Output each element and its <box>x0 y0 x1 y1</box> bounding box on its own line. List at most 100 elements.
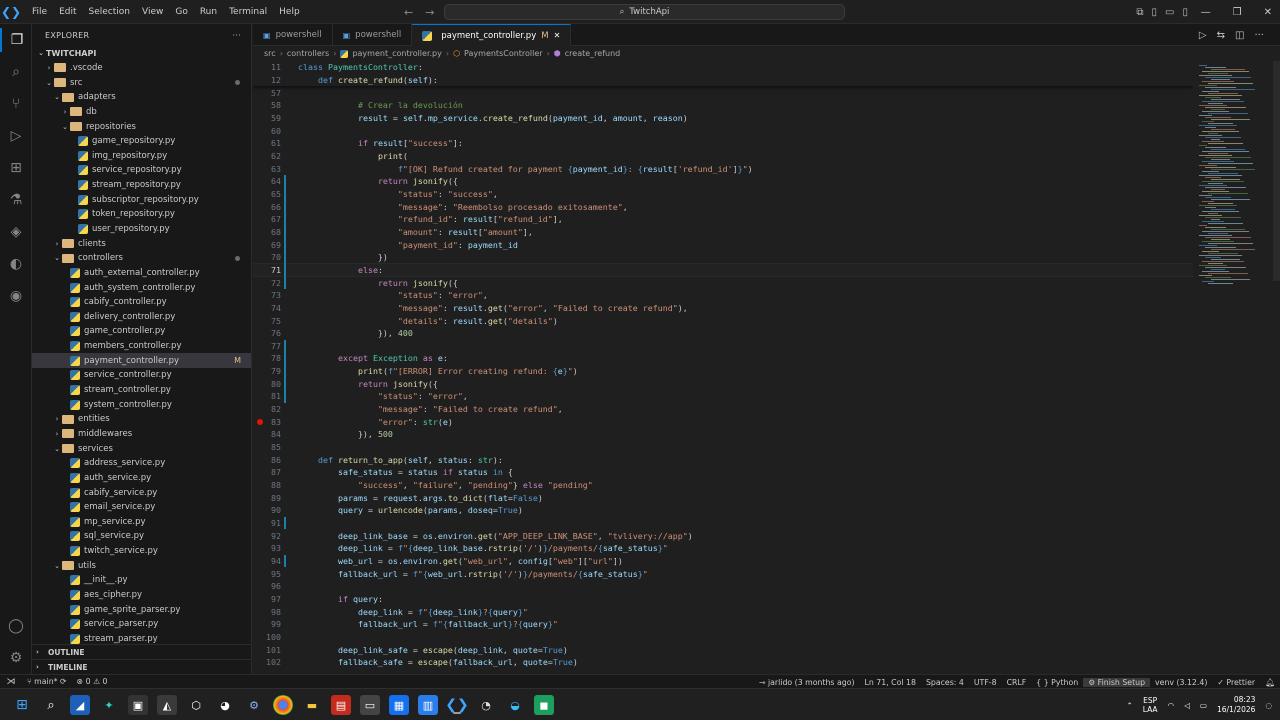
finish-setup[interactable]: ⚙ Finish Setup <box>1083 677 1151 687</box>
tree-file[interactable]: cabify_service.py <box>32 485 251 500</box>
code-line[interactable]: 63 f"[OK] Refund created for payment {pa… <box>253 162 1193 175</box>
menu-edit[interactable]: Edit <box>53 0 82 24</box>
tree-file[interactable]: system_controller.py <box>32 397 251 412</box>
tree-file[interactable]: token_repository.py <box>32 207 251 222</box>
prettier-status[interactable]: ✓ Prettier <box>1212 678 1260 687</box>
tree-file[interactable]: service_parser.py <box>32 617 251 632</box>
minimap[interactable] <box>1193 61 1273 674</box>
breadcrumb-controllers[interactable]: controllers <box>287 49 329 58</box>
code-line[interactable]: 67 "refund_id": result["refund_id"], <box>253 213 1193 226</box>
database-icon[interactable]: ◉ <box>0 284 32 308</box>
android-icon[interactable]: ◼ <box>534 695 554 715</box>
tree-file[interactable]: subscriptor_repository.py <box>32 192 251 207</box>
code-line[interactable]: 88 "success", "failure", "pending"} else… <box>253 479 1193 492</box>
tree-file[interactable]: game_sprite_parser.py <box>32 602 251 617</box>
tree-file[interactable]: cabify_controller.py <box>32 295 251 310</box>
tree-folder[interactable]: › .vscode <box>32 61 251 76</box>
volume-icon[interactable]: ◁ <box>1184 701 1190 710</box>
toggle-primary-sidebar-icon[interactable]: ▯ <box>1152 7 1158 18</box>
code-line[interactable]: 83 "error": str(e) <box>253 415 1193 428</box>
vscode-taskbar-icon[interactable]: ❮❯ <box>445 695 469 715</box>
timeline-section[interactable]: › TIMELINE <box>32 659 251 674</box>
tree-file[interactable]: stream_repository.py <box>32 178 251 193</box>
line-ending[interactable]: CRLF <box>1002 678 1032 687</box>
code-line[interactable]: 94 web_url = os.environ.get("web_url", c… <box>253 555 1193 568</box>
breakpoint-icon[interactable] <box>257 418 263 425</box>
code-editor[interactable]: 57 58 # Crear la devolución 59 result = se… <box>253 61 1193 674</box>
code-line[interactable]: 77 <box>253 340 1193 353</box>
code-line[interactable]: 93 deep_link = f"{deep_link_base.rstrip(… <box>253 542 1193 555</box>
tree-file[interactable]: address_service.py <box>32 456 251 471</box>
more-actions-icon[interactable]: ··· <box>232 31 241 40</box>
calculator-icon[interactable]: ▦ <box>389 695 409 715</box>
tree-file[interactable]: __init__.py <box>32 573 251 588</box>
menu-file[interactable]: File <box>26 0 53 24</box>
wifi-icon[interactable]: ◠ <box>1168 701 1175 710</box>
sticky-scroll-line[interactable]: 12 def create_refund(self): <box>253 73 1193 87</box>
code-line[interactable]: 98 deep_link = f"{deep_link}?{query}" <box>253 605 1193 618</box>
windows-start-icon[interactable]: ⊞ <box>12 695 32 715</box>
testing-icon[interactable]: ⚗ <box>0 188 32 212</box>
tree-folder[interactable]: › db <box>32 105 251 120</box>
tab-payment-controller[interactable]: payment_controller.py M ✕ <box>412 24 572 46</box>
code-line[interactable]: 64 return jsonify({ <box>253 175 1193 188</box>
code-line[interactable]: 90 query = urlencode(params, doseq=True) <box>253 504 1193 517</box>
tree-folder[interactable]: ⌄ repositories <box>32 119 251 134</box>
code-line[interactable]: 87 safe_status = status if status in { <box>253 466 1193 479</box>
app-icon-2[interactable]: ✦ <box>99 695 119 715</box>
tree-folder[interactable]: › clients <box>32 236 251 251</box>
tree-file[interactable]: members_controller.py <box>32 339 251 354</box>
code-line[interactable]: 66 "message": "Reembolso procesado exito… <box>253 200 1193 213</box>
notifications-bell-icon[interactable]: 🔔︎ <box>1260 678 1280 687</box>
code-line[interactable]: 91 <box>253 517 1193 530</box>
extensions-icon[interactable]: ⊞ <box>0 156 32 180</box>
tree-file[interactable]: stream_controller.py <box>32 383 251 398</box>
app-icon-3[interactable]: ▤ <box>331 695 351 715</box>
code-line[interactable]: 70 }) <box>253 251 1193 264</box>
accounts-icon[interactable]: ◯ <box>0 614 32 638</box>
tab-powershell-1[interactable]: ▣ powershell <box>253 24 333 46</box>
tree-file[interactable]: delivery_controller.py <box>32 310 251 325</box>
source-control-icon[interactable]: ⑂ <box>0 92 32 116</box>
git-change-marker[interactable] <box>284 339 286 403</box>
git-blame-status[interactable]: ⊸ jarlido (3 months ago) <box>754 678 860 687</box>
python-icon[interactable]: ◈ <box>0 220 32 244</box>
git-change-marker[interactable] <box>284 174 286 289</box>
github-desktop-icon[interactable]: ◔ <box>476 695 496 715</box>
code-line[interactable]: 65 "status": "success", <box>253 188 1193 201</box>
outline-section[interactable]: › OUTLINE <box>32 644 251 659</box>
branch-status[interactable]: ⑂ main* ⟳ <box>22 677 72 686</box>
tree-file[interactable]: img_repository.py <box>32 148 251 163</box>
tree-file[interactable]: auth_external_controller.py <box>32 266 251 281</box>
tree-file[interactable]: service_controller.py <box>32 368 251 383</box>
encoding[interactable]: UTF-8 <box>969 678 1002 687</box>
tree-file[interactable]: auth_system_controller.py <box>32 280 251 295</box>
tree-file[interactable]: email_service.py <box>32 500 251 515</box>
code-line[interactable]: 86 def return_to_app(self, status: str): <box>253 453 1193 466</box>
notes-icon[interactable]: ▥ <box>418 695 438 715</box>
terminal-icon-2[interactable]: ▭ <box>360 695 380 715</box>
menu-terminal[interactable]: Terminal <box>223 0 273 24</box>
code-line[interactable]: 69 "payment_id": payment_id <box>253 238 1193 251</box>
code-line[interactable]: 76 }), 400 <box>253 327 1193 340</box>
code-line[interactable]: 79 print(f"[ERROR] Error creating refund… <box>253 365 1193 378</box>
tree-file[interactable]: game_controller.py <box>32 324 251 339</box>
tree-folder[interactable]: ⌄ src <box>32 75 251 90</box>
code-line[interactable]: 80 return jsonify({ <box>253 377 1193 390</box>
git-change-marker[interactable] <box>284 516 286 530</box>
menu-go[interactable]: Go <box>169 0 193 24</box>
code-line[interactable]: 68 "amount": result["amount"], <box>253 226 1193 239</box>
code-line[interactable]: 57 <box>253 86 1193 99</box>
unity-icon[interactable]: ◭ <box>157 695 177 715</box>
code-line[interactable]: 82 "message": "Failed to create refund", <box>253 403 1193 416</box>
chrome-icon[interactable] <box>273 695 293 715</box>
run-python-icon[interactable]: ▷ <box>1199 30 1207 41</box>
github-icon[interactable]: ◕ <box>215 695 235 715</box>
tree-folder[interactable]: ⌄ utils <box>32 558 251 573</box>
code-line[interactable]: 78 except Exception as e: <box>253 352 1193 365</box>
tree-folder[interactable]: › entities <box>32 412 251 427</box>
clock[interactable]: 08:23 16/1/2026 <box>1217 695 1255 715</box>
code-line[interactable]: 99 fallback_url = f"{fallback_url}?{quer… <box>253 618 1193 631</box>
tree-file[interactable]: service_repository.py <box>32 163 251 178</box>
split-editor-icon[interactable]: ◫ <box>1235 30 1244 41</box>
